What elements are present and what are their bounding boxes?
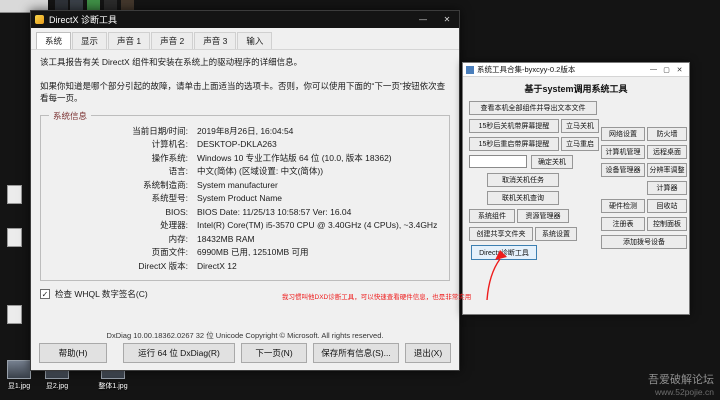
add-dialup-device-button[interactable]: 添加拨号设备 bbox=[601, 235, 687, 249]
info-row: 系统制造商: System manufacturer bbox=[143, 179, 278, 190]
computer-management-button[interactable]: 计算机管理 bbox=[601, 145, 645, 159]
tab-input[interactable]: 输入 bbox=[237, 32, 273, 49]
shutdown-now-button[interactable]: 立马关机 bbox=[561, 119, 599, 133]
info-row: 系统型号: System Product Name bbox=[151, 193, 283, 204]
export-components-button[interactable]: 查看本机全部组件并导出文本文件 bbox=[469, 101, 597, 115]
tab-sound-2[interactable]: 声音 2 bbox=[151, 32, 194, 49]
cancel-shutdown-button[interactable]: 取消关机任务 bbox=[487, 173, 559, 187]
info-row: 语言: 中文(简体) (区域设置: 中文(简体)) bbox=[168, 166, 324, 177]
exit-button[interactable]: 退出(X) bbox=[405, 343, 451, 363]
system-settings-button[interactable]: 系统设置 bbox=[535, 227, 577, 241]
info-row: 内存: 18432MB RAM bbox=[168, 233, 255, 244]
create-share-folder-button[interactable]: 创建共享文件夹 bbox=[469, 227, 533, 241]
minimize-button[interactable]: — bbox=[647, 66, 660, 73]
document-icon bbox=[6, 228, 22, 247]
delayed-shutdown-button[interactable]: 15秒后关机带屏幕提醒 bbox=[469, 119, 559, 133]
resolution-button[interactable]: 分辨率调整 bbox=[647, 163, 687, 177]
tool-titlebar[interactable]: 系统工具合集-byxcyy-0.2版本 — ▢ ✕ bbox=[463, 63, 689, 77]
red-arrow-annotation bbox=[486, 250, 507, 301]
query-shutdown-button[interactable]: 联机关机查询 bbox=[487, 191, 559, 205]
info-row: BIOS: BIOS Date: 11/25/13 10:58:57 Ver: 1… bbox=[165, 206, 352, 217]
info-row: 操作系统: Windows 10 专业工作站版 64 位 (10.0, 版本 18… bbox=[151, 152, 392, 163]
shutdown-seconds-input[interactable] bbox=[469, 155, 527, 168]
tab-sound-3[interactable]: 声音 3 bbox=[194, 32, 237, 49]
run-64bit-dxdiag-button[interactable]: 运行 64 位 DxDiag(R) bbox=[123, 343, 235, 363]
document-icon bbox=[6, 185, 22, 204]
close-button[interactable]: ✕ bbox=[673, 66, 686, 74]
annotation-text: 我习惯叫他DXD诊断工具，可以快速查看硬件信息，也是非常实用 bbox=[282, 294, 472, 301]
delayed-restart-button[interactable]: 15秒后重启带屏幕提醒 bbox=[469, 137, 559, 151]
info-row: 计算机名: DESKTOP-DKLA263 bbox=[151, 139, 277, 150]
dxdiag-titlebar[interactable]: DirectX 诊断工具 — ✕ bbox=[31, 11, 459, 28]
intro-text-2: 如果你知道是哪个部分引起的故障，请单击上面适当的选项卡。否则，你可以使用下面的“… bbox=[40, 81, 446, 103]
tab-system[interactable]: 系统 bbox=[36, 32, 72, 49]
remote-desktop-button[interactable]: 远程桌面 bbox=[647, 145, 687, 159]
file-label: 显2.jpg bbox=[45, 383, 69, 390]
intro-text-1: 该工具报告有关 DirectX 组件和安装在系统上的驱动程序的详细信息。 bbox=[40, 57, 303, 67]
info-row: DirectX 版本: DirectX 12 bbox=[138, 260, 237, 271]
tool-app-icon bbox=[466, 65, 474, 74]
save-all-info-button[interactable]: 保存所有信息(S)... bbox=[313, 343, 399, 363]
recycle-bin-button[interactable]: 回收站 bbox=[647, 199, 687, 213]
calculator-button[interactable]: 计算器 bbox=[647, 181, 687, 195]
watermark-line1: 吾爱破解论坛 bbox=[648, 374, 714, 386]
control-panel-button[interactable]: 控制面板 bbox=[647, 217, 687, 231]
whql-label: 检查 WHQL 数字签名(C) bbox=[55, 289, 148, 300]
tool-header: 基于system调用系统工具 bbox=[524, 84, 628, 94]
dxdiag-window: DirectX 诊断工具 — ✕ 系统 显示 声音 1 声音 2 声音 3 输入… bbox=[30, 10, 460, 371]
tab-sound-1[interactable]: 声音 1 bbox=[108, 32, 151, 49]
next-page-button[interactable]: 下一页(N) bbox=[241, 343, 307, 363]
firewall-button[interactable]: 防火墙 bbox=[647, 127, 687, 141]
desktop-icon[interactable] bbox=[3, 185, 25, 211]
desktop-icon[interactable] bbox=[3, 228, 25, 254]
file-label: 显1.jpg bbox=[7, 383, 31, 390]
network-settings-button[interactable]: 网络设置 bbox=[601, 127, 645, 141]
desktop-icon[interactable] bbox=[3, 305, 25, 331]
explorer-button[interactable]: 资源管理器 bbox=[517, 209, 569, 223]
group-title: 系统信息 bbox=[49, 109, 92, 122]
system-components-button[interactable]: 系统组件 bbox=[469, 209, 515, 223]
file-label: 整体1.jpg bbox=[98, 383, 128, 390]
whql-checkbox[interactable]: ✓ bbox=[40, 289, 50, 300]
tab-display[interactable]: 显示 bbox=[72, 32, 108, 49]
close-button[interactable]: ✕ bbox=[435, 11, 459, 28]
restart-now-button[interactable]: 立马重启 bbox=[561, 137, 599, 151]
info-row: 处理器: Intel(R) Core(TM) i5-3570 CPU @ 3.40… bbox=[160, 220, 438, 231]
system-info-group: 系统信息 当前日期/时间: 2019年8月26日, 16:04:54 计算机名: D… bbox=[40, 109, 450, 282]
tab-bar: 系统 显示 声音 1 声音 2 声音 3 输入 bbox=[31, 28, 459, 50]
status-text: DxDiag 10.00.18362.0267 32 位 Unicode Cop… bbox=[106, 331, 384, 340]
registry-button[interactable]: 注册表 bbox=[601, 217, 645, 231]
forum-watermark: 吾爱破解论坛 www.52pojie.cn bbox=[648, 371, 714, 397]
dxdiag-body: 该工具报告有关 DirectX 组件和安装在系统上的驱动程序的详细信息。 如果你… bbox=[31, 50, 459, 300]
minimize-button[interactable]: — bbox=[411, 11, 435, 28]
hardware-check-button[interactable]: 硬件检测 bbox=[601, 199, 645, 213]
watermark-line2: www.52pojie.cn bbox=[654, 387, 714, 397]
help-button[interactable]: 帮助(H) bbox=[39, 343, 107, 363]
dxdiag-button-row: 帮助(H) 运行 64 位 DxDiag(R) 下一页(N) 保存所有信息(S)… bbox=[39, 343, 451, 363]
maximize-button[interactable]: ▢ bbox=[660, 66, 673, 74]
image-thumbnail-icon bbox=[7, 360, 31, 379]
window-title: DirectX 诊断工具 bbox=[49, 15, 118, 25]
info-row: 当前日期/时间: 2019年8月26日, 16:04:54 bbox=[132, 125, 294, 136]
dxdiag-app-icon bbox=[35, 15, 44, 24]
device-manager-button[interactable]: 设备管理器 bbox=[601, 163, 645, 177]
confirm-shutdown-button[interactable]: 确定关机 bbox=[531, 155, 573, 169]
document-icon bbox=[6, 305, 22, 324]
window-title: 系统工具合集-byxcyy-0.2版本 bbox=[477, 65, 576, 74]
info-row: 页面文件: 6990MB 已用, 12510MB 可用 bbox=[151, 247, 309, 258]
